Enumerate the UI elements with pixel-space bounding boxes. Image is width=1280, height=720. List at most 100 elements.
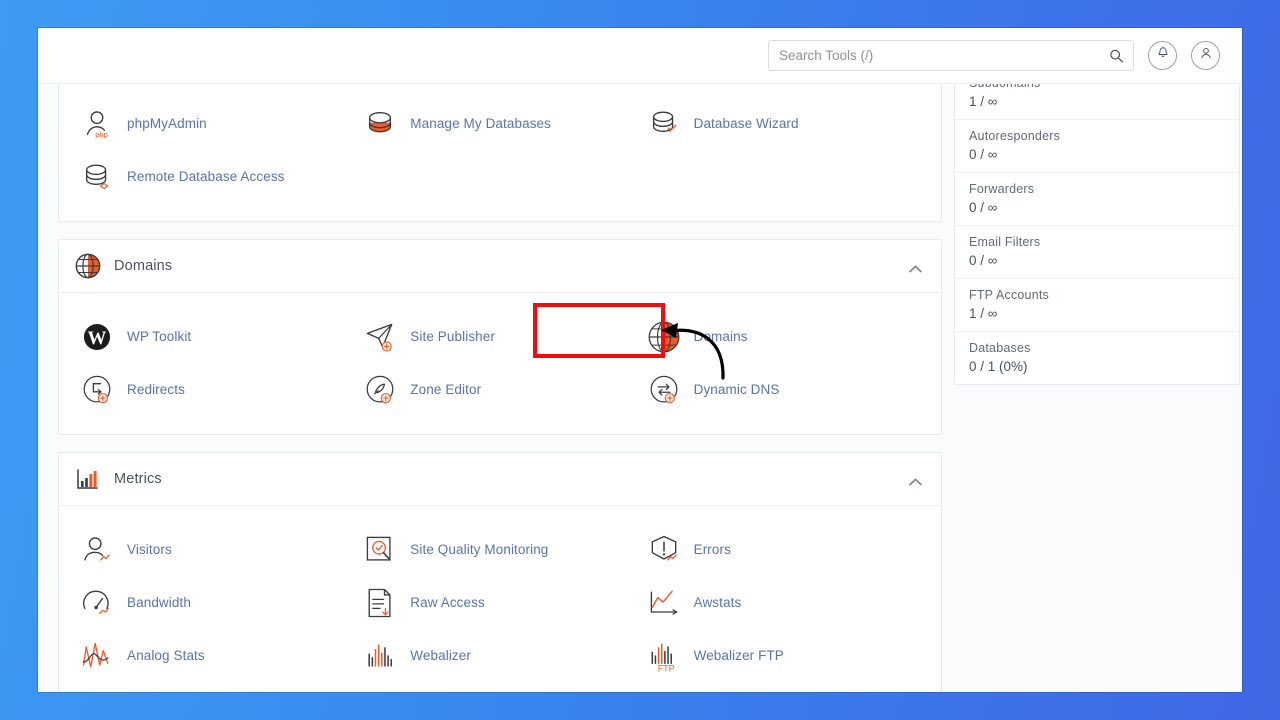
- tool-webalizer[interactable]: Webalizer: [358, 629, 641, 682]
- tool-label: Analog Stats: [127, 648, 205, 663]
- stat-label: Autoresponders: [969, 129, 1061, 143]
- tool-dynamic-dns[interactable]: Dynamic DNS: [642, 363, 925, 416]
- wordpress-icon: W: [79, 319, 115, 355]
- site-publisher-icon: [362, 319, 398, 355]
- bar-chart-icon: [75, 466, 101, 492]
- section-body-domains: W WP Toolkit Site Publisher Domains Redi…: [59, 293, 941, 434]
- tool-label: Redirects: [127, 382, 185, 397]
- tool-database-wizard[interactable]: Database Wizard: [642, 97, 925, 150]
- stats-column: Subdomains 1 / ∞ Autoresponders 0 / ∞ Fo…: [954, 66, 1240, 385]
- tool-webalizer-ftp[interactable]: FTP Webalizer FTP: [642, 629, 925, 682]
- stat-value: 1 / ∞: [969, 94, 998, 109]
- tool-label: Visitors: [127, 542, 172, 557]
- tool-bandwidth[interactable]: Bandwidth: [75, 576, 358, 629]
- tools-column: Databases php phpMyAdmin: [58, 52, 942, 692]
- tool-site-quality-monitoring[interactable]: Site Quality Monitoring: [358, 523, 641, 576]
- tool-visitors[interactable]: Visitors: [75, 523, 358, 576]
- dynamic-dns-icon: [646, 372, 682, 408]
- svg-text:FTP: FTP: [657, 663, 674, 673]
- site-quality-icon: [362, 532, 398, 568]
- tool-label: Site Publisher: [410, 329, 495, 344]
- section-title: Domains: [114, 258, 173, 274]
- chevron-up-icon[interactable]: [908, 474, 923, 486]
- globe-icon: [646, 319, 682, 355]
- tool-label: Raw Access: [410, 595, 485, 610]
- stat-row: Databases 0 / 1 (0%): [955, 332, 1239, 384]
- database-wizard-icon: [646, 106, 682, 142]
- page-body: Databases php phpMyAdmin: [38, 52, 1242, 692]
- tool-label: Zone Editor: [410, 382, 482, 397]
- errors-icon: [646, 532, 682, 568]
- section-title: Metrics: [114, 471, 162, 487]
- svg-text:php: php: [95, 130, 108, 139]
- webalizer-ftp-icon: FTP: [646, 638, 682, 674]
- tool-wp-toolkit[interactable]: W WP Toolkit: [75, 310, 358, 363]
- tool-label: Errors: [693, 542, 731, 557]
- stat-row: FTP Accounts 1 / ∞: [955, 279, 1239, 332]
- tool-metrics-editor[interactable]: Metrics Editor: [75, 682, 358, 692]
- section-card-metrics: Metrics Visitors Site Quality Monitoring…: [58, 452, 942, 692]
- tool-label: Remote Database Access: [127, 169, 285, 184]
- tool-manage-my-databases[interactable]: Manage My Databases: [358, 97, 641, 150]
- raw-access-icon: [362, 585, 398, 621]
- stat-value: 0 / 1 (0%): [969, 359, 1028, 374]
- top-header: [38, 28, 1242, 84]
- tool-analog-stats[interactable]: Analog Stats: [75, 629, 358, 682]
- svg-text:W: W: [88, 327, 107, 348]
- stat-row: Email Filters 0 / ∞: [955, 226, 1239, 279]
- browser-window: Databases php phpMyAdmin: [38, 28, 1242, 692]
- stat-row: Autoresponders 0 / ∞: [955, 120, 1239, 173]
- stat-value: 1 / ∞: [969, 306, 998, 321]
- tool-awstats[interactable]: Awstats: [642, 576, 925, 629]
- tool-remote-database-access[interactable]: Remote Database Access: [75, 150, 358, 203]
- database-fill-icon: [362, 106, 398, 142]
- tool-label: Webalizer: [410, 648, 471, 663]
- tool-label: Webalizer FTP: [693, 648, 784, 663]
- tool-label: Database Wizard: [693, 116, 799, 131]
- account-button[interactable]: [1191, 41, 1220, 70]
- tool-resource-usage[interactable]: Resource Usage: [358, 682, 641, 692]
- stat-value: 0 / ∞: [969, 253, 998, 268]
- bell-icon: [1156, 46, 1170, 65]
- analog-stats-icon: [79, 638, 115, 674]
- notifications-button[interactable]: [1148, 41, 1177, 70]
- general-information-stats: Subdomains 1 / ∞ Autoresponders 0 / ∞ Fo…: [954, 66, 1240, 385]
- redirects-icon: [79, 372, 115, 408]
- tool-label: Dynamic DNS: [693, 382, 780, 397]
- webalizer-icon: [362, 638, 398, 674]
- tool-raw-access[interactable]: Raw Access: [358, 576, 641, 629]
- section-header-domains[interactable]: Domains: [59, 240, 941, 293]
- stat-label: Databases: [969, 341, 1031, 355]
- stat-label: Forwarders: [969, 182, 1035, 196]
- globe-icon: [75, 253, 101, 279]
- chevron-up-icon[interactable]: [908, 261, 923, 273]
- tool-phpmyadmin[interactable]: php phpMyAdmin: [75, 97, 358, 150]
- remote-database-icon: [79, 159, 115, 195]
- awstats-icon: [646, 585, 682, 621]
- stat-label: FTP Accounts: [969, 288, 1049, 302]
- tool-label: Site Quality Monitoring: [410, 542, 549, 557]
- tool-domains[interactable]: Domains: [642, 310, 925, 363]
- tool-label: Awstats: [693, 595, 742, 610]
- search-box[interactable]: [768, 40, 1134, 71]
- tool-label: WP Toolkit: [127, 329, 192, 344]
- section-header-metrics[interactable]: Metrics: [59, 453, 941, 506]
- tool-label: Manage My Databases: [410, 116, 552, 131]
- tool-redirects[interactable]: Redirects: [75, 363, 358, 416]
- stat-label: Email Filters: [969, 235, 1041, 249]
- tool-errors[interactable]: Errors: [642, 523, 925, 576]
- zone-editor-icon: [362, 372, 398, 408]
- phpmyadmin-icon: php: [79, 106, 115, 142]
- search-input[interactable]: [769, 41, 1133, 70]
- tool-zone-editor[interactable]: Zone Editor: [358, 363, 641, 416]
- tool-site-publisher[interactable]: Site Publisher: [358, 310, 641, 363]
- stat-row: Forwarders 0 / ∞: [955, 173, 1239, 226]
- resource-usage-icon: [362, 691, 398, 693]
- metrics-editor-icon: [79, 691, 115, 693]
- tool-label: phpMyAdmin: [127, 116, 207, 131]
- stat-value: 0 / ∞: [969, 200, 998, 215]
- stat-value: 0 / ∞: [969, 147, 998, 162]
- search-icon[interactable]: [1109, 48, 1124, 63]
- visitors-icon: [79, 532, 115, 568]
- tool-label: Bandwidth: [127, 595, 191, 610]
